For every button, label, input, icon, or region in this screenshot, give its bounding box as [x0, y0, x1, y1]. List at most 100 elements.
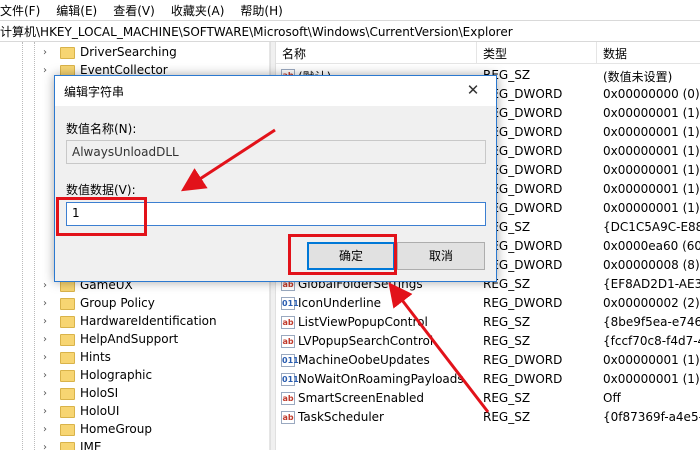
value-data: (数值未设置) [603, 70, 673, 84]
chevron-right-icon[interactable]: › [43, 277, 53, 295]
folder-icon [60, 298, 75, 310]
chevron-right-icon[interactable]: › [43, 295, 53, 313]
tree-item[interactable]: › HardwareIdentification [0, 313, 269, 331]
value-data: {0f87369f-a4e5-4cf [603, 410, 700, 424]
edit-string-dialog: 编辑字符串 ✕ 数值名称(N): AlwaysUnloadDLL 数值数据(V)… [54, 75, 497, 282]
value-data: {8be9f5ea-e746-4e [603, 315, 700, 329]
chevron-right-icon[interactable]: › [43, 439, 53, 450]
menu-file[interactable]: 文件(F) [0, 2, 48, 19]
tree-item[interactable]: › DriverSearching [0, 44, 269, 62]
chevron-right-icon[interactable]: › [43, 331, 53, 349]
tree-item-label: HomeGroup [80, 422, 152, 436]
value-name-field[interactable]: AlwaysUnloadDLL [66, 140, 486, 164]
tree-item-label: HoloUI [80, 404, 120, 418]
folder-icon [60, 370, 75, 382]
string-value-icon: ab [281, 411, 295, 424]
list-item[interactable]: ab LVPopupSearchControl REG_SZ {fccf70c8-f4… [276, 332, 700, 351]
column-separator[interactable] [476, 42, 477, 64]
folder-icon [60, 47, 75, 59]
tree-guide-line [34, 42, 35, 450]
value-name: ListViewPopupControl [298, 315, 428, 329]
tree-item-label: Holographic [80, 368, 153, 382]
chevron-right-icon[interactable]: › [43, 367, 53, 385]
tree-item[interactable]: › Holographic [0, 367, 269, 385]
value-data: Off [603, 391, 621, 405]
annotation-box-data-field [56, 197, 147, 236]
value-name: IconUnderline [298, 296, 382, 310]
value-name: SmartScreenEnabled [298, 391, 425, 405]
tree-item-label: DriverSearching [80, 45, 177, 59]
chevron-right-icon[interactable]: › [43, 385, 53, 403]
value-name: MachineOobeUpdates [298, 353, 430, 367]
value-data: 0x00000008 (8) [603, 258, 700, 272]
string-value-icon: ab [281, 335, 295, 348]
value-type: REG_SZ [483, 334, 531, 348]
dword-value-icon: 011 [281, 297, 299, 310]
value-data: 0x00000001 (1) [603, 125, 700, 139]
column-separator[interactable] [596, 42, 597, 64]
tree-item[interactable]: › HoloSI [0, 385, 269, 403]
value-type: REG_SZ [483, 391, 531, 405]
value-data: 0x0000ea60 (60000 [603, 239, 700, 253]
chevron-right-icon[interactable]: › [43, 44, 53, 62]
tree-guide-line [22, 42, 23, 450]
list-item[interactable]: 011 MachineOobeUpdates REG_DWORD 0x00000001… [276, 351, 700, 370]
menu-edit[interactable]: 编辑(E) [48, 2, 105, 19]
value-data: 0x00000001 (1) [603, 372, 700, 386]
value-data: 0x00000000 (0) [603, 87, 700, 101]
close-icon[interactable]: ✕ [450, 76, 496, 106]
value-data: {DC1C5A9C-E88A- [603, 220, 700, 234]
list-item[interactable]: ab SmartScreenEnabled REG_SZ Off [276, 389, 700, 408]
dialog-titlebar[interactable]: 编辑字符串 ✕ [55, 76, 496, 106]
column-header-name[interactable]: 名称 [282, 45, 306, 62]
list-header: 名称 类型 数据 [276, 42, 700, 64]
value-name: LVPopupSearchControl [298, 334, 434, 348]
tree-item[interactable]: › HelpAndSupport [0, 331, 269, 349]
address-path: 计算机\HKEY_LOCAL_MACHINE\SOFTWARE\Microsof… [0, 24, 513, 39]
folder-icon [60, 334, 75, 346]
dialog-body: 数值名称(N): AlwaysUnloadDLL 数值数据(V): 1 确定 取… [55, 106, 496, 281]
tree-item[interactable]: › HomeGroup [0, 421, 269, 439]
chevron-right-icon[interactable]: › [43, 313, 53, 331]
list-item[interactable]: 011 IconUnderline REG_DWORD 0x00000002 (2) [276, 294, 700, 313]
menu-favorites[interactable]: 收藏夹(A) [163, 2, 233, 19]
chevron-right-icon[interactable]: › [43, 349, 53, 367]
address-bar[interactable]: 计算机\HKEY_LOCAL_MACHINE\SOFTWARE\Microsof… [0, 20, 700, 42]
menu-view[interactable]: 查看(V) [105, 2, 163, 19]
list-item[interactable]: 011 NoWaitOnRoamingPayloads REG_DWORD 0x000… [276, 370, 700, 389]
value-data: 0x00000001 (1) [603, 182, 700, 196]
value-data: 0x00000001 (1) [603, 201, 700, 215]
value-data: 0x00000001 (1) [603, 106, 700, 120]
tree-item[interactable]: › HoloUI [0, 403, 269, 421]
tree-item[interactable]: › IME [0, 439, 269, 450]
folder-icon [60, 424, 75, 436]
column-header-data[interactable]: 数据 [603, 45, 627, 62]
list-item[interactable]: ab ListViewPopupControl REG_SZ {8be9f5ea-e7… [276, 313, 700, 332]
menu-bar: 文件(F) 编辑(E) 查看(V) 收藏夹(A) 帮助(H) [0, 0, 700, 20]
value-data: {fccf70c8-f4d7-4d8 [603, 334, 700, 348]
tree-item-label: Hints [80, 350, 111, 364]
tree-item[interactable]: › Group Policy [0, 295, 269, 313]
value-type: REG_DWORD [483, 353, 563, 367]
folder-icon [60, 406, 75, 418]
value-data: 0x00000001 (1) [603, 353, 700, 367]
value-type: REG_SZ [483, 315, 531, 329]
tree-item[interactable]: › Hints [0, 349, 269, 367]
chevron-right-icon[interactable]: › [43, 421, 53, 439]
dialog-title: 编辑字符串 [64, 85, 125, 99]
column-header-type[interactable]: 类型 [483, 45, 507, 62]
value-type: REG_DWORD [483, 296, 563, 310]
chevron-right-icon[interactable]: › [43, 403, 53, 421]
cancel-button[interactable]: 取消 [397, 242, 485, 270]
tree-item-label: HoloSI [80, 386, 119, 400]
menu-help[interactable]: 帮助(H) [232, 2, 290, 19]
chevron-right-icon[interactable]: › [43, 62, 53, 80]
tree-item-label: HelpAndSupport [80, 332, 179, 346]
dword-value-icon: 011 [281, 354, 299, 367]
list-item[interactable]: abTaskScheduler REG_SZ {0f87369f-a4e5-4cf [276, 408, 700, 427]
folder-icon [60, 352, 75, 364]
folder-icon [60, 442, 75, 450]
annotation-box-ok-button [288, 234, 397, 275]
value-name: TaskScheduler [298, 410, 384, 424]
string-value-icon: ab [281, 392, 295, 405]
